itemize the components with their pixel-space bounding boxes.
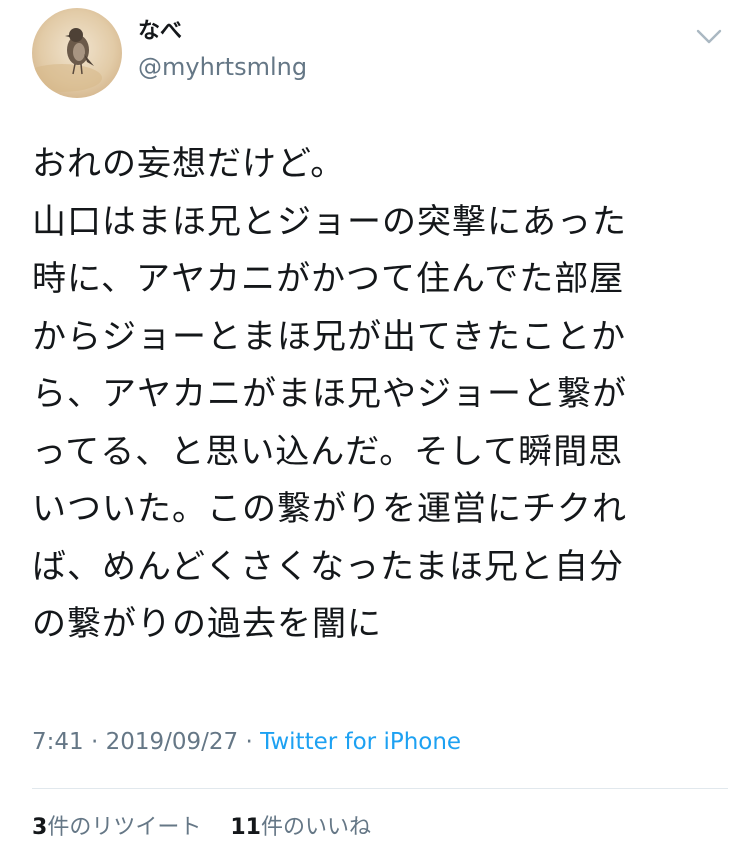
chevron-down-icon — [696, 29, 722, 44]
tweet-header: なべ @myhrtsmlng — [0, 0, 750, 110]
avatar[interactable] — [32, 8, 122, 98]
tweet-source-link[interactable]: Twitter for iPhone — [260, 729, 461, 755]
tweet-text-line: 山口はまほ兄とジョーの突撃にあった — [32, 201, 627, 242]
meta-separator: · — [83, 729, 106, 755]
tweet-date: 2019/09/27 — [105, 729, 239, 755]
retweets-count: 3 — [32, 815, 48, 840]
user-handle[interactable]: @myhrtsmlng — [138, 52, 307, 82]
tweet-menu-button[interactable] — [694, 24, 724, 50]
likes-label: 件のいいね — [260, 815, 371, 840]
tweet-text-line: からジョーとまほ兄が出てきたことか — [32, 316, 626, 357]
display-name[interactable]: なべ — [138, 18, 182, 46]
tweet-text-line: ば、めんどくさくなったまほ兄と自分 — [32, 546, 624, 587]
tweet-text-line: いついた。この繋がりを運営にチクれ — [32, 489, 627, 529]
sparrow-photo-avatar — [32, 28, 102, 92]
likes-count: 11 — [230, 815, 261, 840]
tweet-time: 7:41 — [32, 729, 84, 755]
tweet-text-line: ら、アヤカニがまほ兄やジョーと繋が — [32, 374, 627, 414]
likes-stat[interactable]: 11件のいいね — [230, 813, 371, 843]
tweet-text-line: 時に、アヤカニがかつて住んでた部屋 — [32, 259, 625, 299]
tweet-text: おれの妄想だけど。 山口はまほ兄とジョーの突撃にあった 時に、アヤカニがかつて住… — [32, 136, 722, 654]
retweets-stat[interactable]: 3件のリツイート — [32, 813, 201, 843]
tweet-text-line: の繋がりの過去を闇に — [32, 604, 382, 644]
meta-separator: · — [238, 729, 261, 755]
divider — [32, 788, 728, 789]
tweet-text-line: ってる、と思い込んだ。そして瞬間思 — [32, 431, 624, 472]
tweet-stats: 3件のリツイート 11件のいいね — [32, 813, 393, 843]
tweet-meta: 7:41 · 2019/09/27 · Twitter for iPhone — [32, 726, 461, 758]
retweets-label: 件のリツイート — [47, 815, 202, 840]
tweet-text-line: おれの妄想だけど。 — [32, 144, 346, 184]
